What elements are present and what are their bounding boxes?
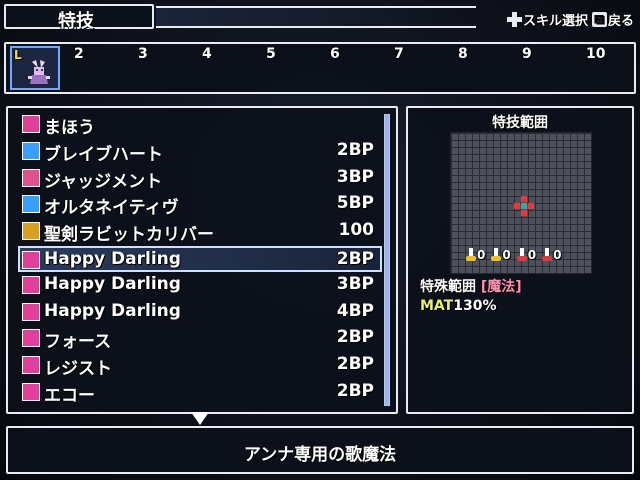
skill-cost: 3BP — [336, 166, 374, 187]
range-cell-left — [514, 203, 520, 209]
skill-name: レジスト — [44, 359, 112, 380]
party-slot-5[interactable]: 5 — [266, 46, 276, 62]
song-skill-icon — [22, 251, 40, 269]
hint-back-label[interactable]: 戻る — [608, 10, 634, 29]
knockback-direction-row: 0 0 0 0 — [466, 248, 561, 262]
special-range-label: 特殊範囲 [魔法] — [420, 276, 522, 296]
skill-name: Happy Darling — [44, 249, 181, 269]
control-hints: スキル選択 ⊠ 戻る — [506, 8, 634, 30]
party-slot-2[interactable]: 2 — [74, 46, 84, 62]
buff-skill-icon — [22, 141, 40, 160]
skill-cost: 3BP — [336, 273, 374, 294]
skill-cost: 100 — [338, 220, 375, 241]
vocal-skill-icon — [22, 383, 40, 401]
skill-row[interactable]: ジャッジメント 3BP — [20, 166, 380, 192]
skill-description: アンナ専用の歌魔法 — [243, 445, 397, 465]
range-cell-origin — [521, 203, 527, 209]
skill-row[interactable]: レジスト 2BP — [20, 353, 380, 379]
skill-name: ブレイブハート — [44, 144, 163, 165]
party-slot-7[interactable]: 7 — [394, 46, 404, 62]
direction-value: 0 — [527, 248, 537, 262]
skill-row[interactable]: Happy Darling 4BP — [20, 300, 380, 326]
skill-row[interactable]: フォース 2BP — [20, 326, 380, 352]
song-plus-skill-icon — [22, 275, 40, 294]
selected-slot-label: L — [14, 48, 22, 62]
scrollbar-thumb[interactable] — [385, 115, 389, 405]
cancel-button-icon: ⊠ — [591, 11, 607, 27]
direction-value: 0 — [477, 248, 486, 262]
attack-skill-icon — [22, 168, 40, 187]
skill-name: Happy Darling — [44, 300, 181, 321]
party-bar: L 2 3 4 5 6 7 8 9 10 — [4, 42, 636, 94]
party-slot-3[interactable]: 3 — [138, 46, 148, 62]
party-slot-4[interactable]: 4 — [202, 46, 212, 62]
party-slot-6[interactable]: 6 — [330, 46, 340, 62]
ultimate-skill-icon — [22, 222, 40, 241]
skill-cost: 2BP — [336, 249, 374, 269]
skill-name: ジャッジメント — [44, 171, 163, 192]
range-cell-bottom — [521, 210, 527, 216]
skill-row[interactable]: Happy Darling 2BP — [18, 246, 382, 272]
menu-title: 特技 — [58, 11, 94, 32]
skill-cost: 4BP — [336, 300, 374, 321]
special-skill-icon — [22, 195, 40, 214]
party-slot-9[interactable]: 9 — [522, 46, 532, 62]
skill-name: フォース — [44, 332, 112, 353]
direction-value: 0 — [553, 248, 562, 262]
skill-row[interactable]: まほう — [20, 112, 380, 138]
skill-name: エコー — [44, 386, 95, 406]
skill-name: Happy Darling — [44, 273, 181, 294]
direction-1: 0 — [466, 248, 485, 262]
skill-row[interactable]: Happy Darling 3BP — [20, 273, 380, 299]
vocal-skill-icon — [22, 356, 40, 375]
direction-arrow-icon — [466, 248, 476, 262]
skill-cost: 2BP — [336, 354, 374, 375]
skill-list-panel: まほうブレイブハート 2BP ジャッジメント 3BP オルタネイティヴ 5BP 聖剣ラビット… — [6, 106, 398, 414]
direction-3: 0 — [516, 248, 537, 262]
skill-row[interactable]: 聖剣ラビットカリバー 100 — [20, 219, 380, 245]
menu-title-panel: 特技 — [4, 4, 154, 32]
stat-value: 130% — [453, 298, 497, 314]
special-range-tag: [魔法] — [480, 279, 522, 295]
skill-cost: 5BP — [336, 193, 374, 214]
special-range-text: 特殊範囲 — [420, 279, 476, 295]
skill-cost: 2BP — [336, 381, 374, 401]
skill-name: まほう — [44, 118, 95, 138]
direction-arrow-icon — [542, 248, 553, 262]
party-slot-8[interactable]: 8 — [458, 46, 468, 62]
skill-row[interactable]: エコー 2BP — [20, 380, 380, 406]
range-cell-top — [521, 196, 527, 202]
direction-2: 0 — [491, 248, 511, 262]
skill-cost: 2BP — [336, 327, 374, 348]
title-bar-decoration — [156, 6, 476, 28]
range-cell-right — [528, 203, 534, 209]
description-panel: アンナ専用の歌魔法 — [6, 426, 634, 474]
skill-name: オルタネイティヴ — [44, 198, 179, 219]
direction-4: 0 — [542, 248, 561, 262]
stat-key: MAT — [420, 298, 454, 314]
dpad-icon — [506, 11, 522, 27]
skill-name: 聖剣ラビットカリバー — [44, 225, 214, 246]
range-title: 特技範囲 — [492, 115, 548, 131]
song-plus2-skill-icon — [22, 302, 40, 321]
skill-range-panel: 特技範囲 0 0 0 0 特殊範囲 [魔法] MAT130% — [406, 106, 634, 414]
skill-row[interactable]: オルタネイティヴ 5BP — [20, 192, 380, 218]
magic-category-icon — [22, 115, 40, 133]
party-slot-1[interactable]: L — [10, 46, 60, 90]
direction-arrow-icon — [516, 248, 527, 262]
direction-arrow-icon — [491, 248, 502, 262]
stat-line: MAT130% — [420, 298, 497, 314]
character-sprite — [28, 60, 50, 84]
skill-row[interactable]: ブレイブハート 2BP — [20, 139, 380, 165]
skill-cost: 2BP — [336, 139, 374, 160]
vocal-skill-icon — [22, 329, 40, 348]
party-slot-10[interactable]: 10 — [586, 46, 605, 62]
direction-value: 0 — [502, 248, 511, 262]
skill-list-scrollbar[interactable] — [384, 114, 390, 406]
scroll-down-arrow-icon[interactable] — [191, 412, 209, 425]
hint-select-label: スキル選択 — [522, 13, 588, 29]
